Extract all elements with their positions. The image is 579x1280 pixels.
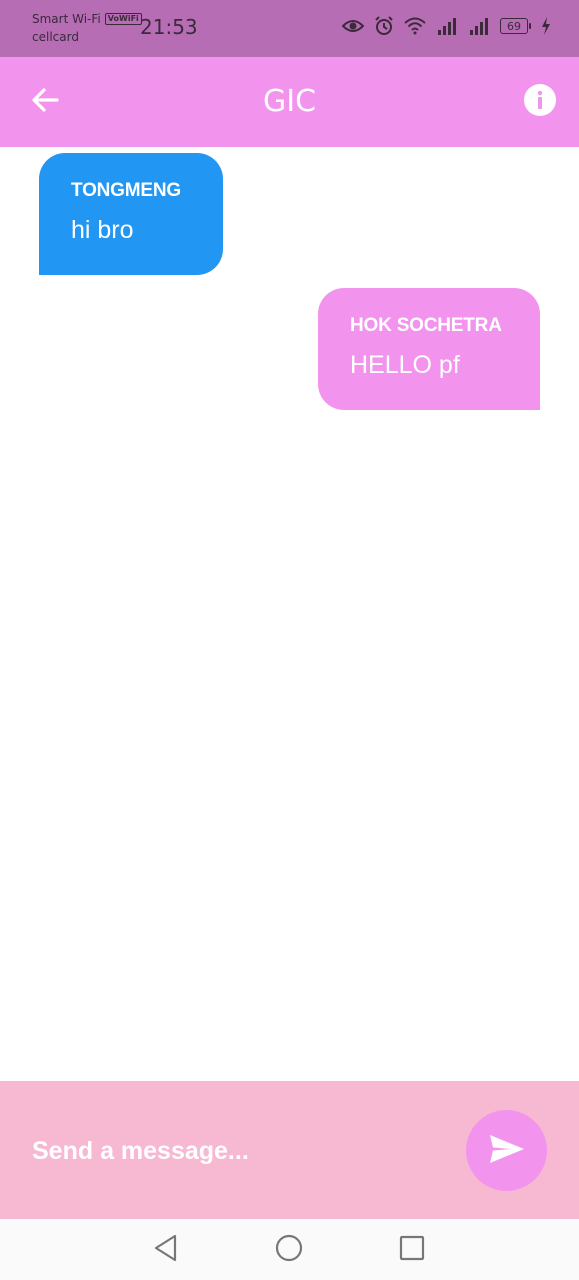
nav-recents-button[interactable] [395,1233,429,1267]
status-bar: Smart Wi-Fi VoWiFi cellcard 21:53 69 [0,0,579,57]
nav-home-icon [275,1234,303,1266]
message-sender: TONGMENG [71,180,181,201]
message-text: hi bro [71,216,134,244]
send-button[interactable] [466,1110,547,1191]
message-bubble-received: TONGMENG hi bro [39,153,223,275]
nav-back-button[interactable] [149,1233,183,1267]
eye-icon [342,18,364,34]
status-icons: 69 [342,16,551,36]
arrow-left-icon [31,87,59,117]
send-icon [489,1134,525,1168]
system-nav-bar [0,1219,579,1280]
status-time: 21:53 [140,15,198,39]
signal-icon [436,17,458,35]
status-network-info: Smart Wi-Fi VoWiFi cellcard [32,10,142,46]
app-bar: GIC [0,57,579,147]
battery-icon: 69 [500,18,531,34]
nav-home-button[interactable] [272,1233,306,1267]
message-input[interactable] [32,1129,432,1173]
alarm-icon [374,16,394,36]
info-icon [524,84,556,120]
message-sender: HOK SOCHETRA [350,315,502,336]
chat-title: GIC [262,84,317,119]
nav-recents-icon [399,1235,425,1265]
message-text: HELLO pf [350,351,460,379]
wifi-icon [404,17,426,35]
carrier-label: cellcard [32,30,79,44]
nav-back-icon [153,1234,179,1266]
message-composer [0,1081,579,1219]
message-bubble-sent: HOK SOCHETRA HELLO pf [318,288,540,410]
charging-icon [541,17,551,35]
back-button[interactable] [28,85,62,119]
signal-icon [468,17,490,35]
info-button[interactable] [523,84,557,120]
vowifi-badge: VoWiFi [104,13,142,25]
network-label: Smart Wi-Fi [32,12,101,26]
battery-level: 69 [500,18,528,34]
